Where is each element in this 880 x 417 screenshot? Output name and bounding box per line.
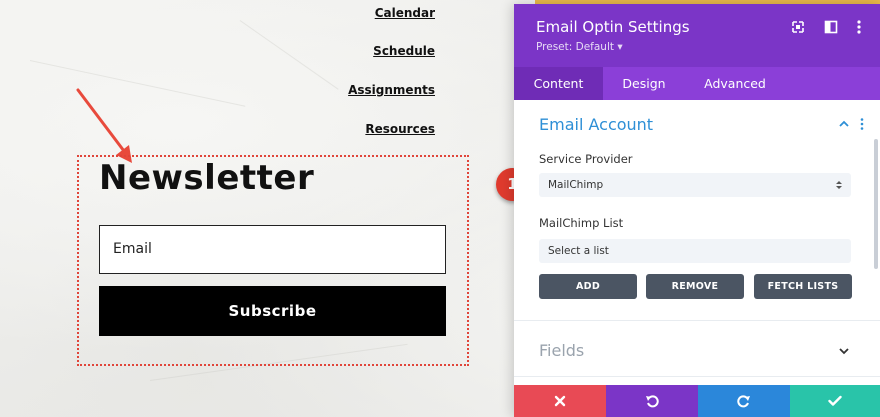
redo-button[interactable] — [698, 385, 790, 417]
panel-tabs: Content Design Advanced — [514, 67, 880, 100]
mailchimp-list-select[interactable]: Select a list — [539, 239, 851, 263]
undo-button[interactable] — [606, 385, 698, 417]
remove-button[interactable]: REMOVE — [646, 274, 744, 299]
chevron-down-icon[interactable] — [838, 345, 850, 357]
section-more-icon[interactable] — [858, 117, 866, 131]
section-title-fields[interactable]: Fields — [539, 341, 584, 360]
preset-dropdown[interactable]: Preset: Default ▾ — [536, 41, 623, 53]
close-icon — [554, 395, 566, 407]
undo-icon — [646, 395, 659, 408]
nav-link-assignments[interactable]: Assignments — [348, 83, 435, 97]
panel-header: Email Optin Settings Preset: Default ▾ — [514, 4, 880, 67]
select-arrows-icon — [836, 181, 842, 189]
fetch-lists-button[interactable]: FETCH LISTS — [754, 274, 852, 299]
nav-link-calendar[interactable]: Calendar — [375, 6, 435, 20]
mailchimp-list-label: MailChimp List — [539, 216, 624, 230]
save-button[interactable] — [790, 385, 880, 417]
service-provider-value: MailChimp — [548, 179, 604, 191]
service-provider-select[interactable]: MailChimp — [539, 173, 851, 197]
service-provider-label: Service Provider — [539, 152, 633, 166]
panel-title: Email Optin Settings — [536, 18, 690, 36]
discard-button[interactable] — [514, 385, 606, 417]
split-view-icon[interactable] — [823, 19, 839, 35]
check-icon — [828, 395, 842, 406]
newsletter-title: Newsletter — [99, 158, 315, 198]
tab-advanced[interactable]: Advanced — [685, 67, 785, 100]
tab-design[interactable]: Design — [603, 67, 685, 100]
fullscreen-icon[interactable] — [790, 19, 806, 35]
subscribe-button[interactable]: Subscribe — [99, 286, 446, 336]
email-input[interactable]: Email — [99, 225, 446, 274]
chevron-up-icon[interactable] — [838, 118, 850, 130]
nav-link-resources[interactable]: Resources — [365, 122, 435, 136]
settings-panel: Email Optin Settings Preset: Default ▾ C… — [514, 4, 880, 417]
nav-link-schedule[interactable]: Schedule — [373, 44, 435, 58]
section-divider — [514, 320, 880, 321]
add-button[interactable]: ADD — [539, 274, 637, 299]
more-options-icon[interactable] — [851, 19, 867, 35]
section-title-email-account[interactable]: Email Account — [539, 115, 653, 134]
tab-content[interactable]: Content — [514, 67, 603, 100]
redo-icon — [737, 395, 750, 408]
panel-scrollbar[interactable] — [874, 139, 878, 269]
section-divider — [514, 376, 880, 377]
